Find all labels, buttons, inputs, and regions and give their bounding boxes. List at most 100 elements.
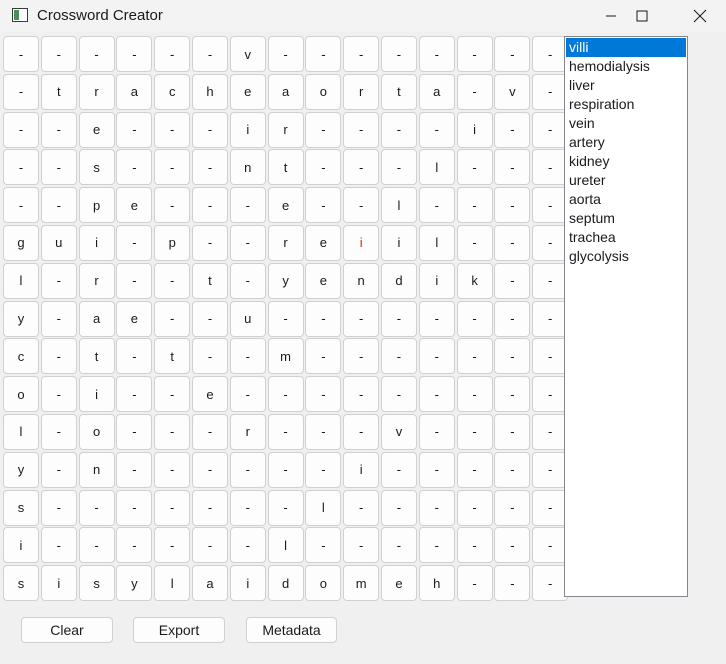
grid-cell[interactable]: - <box>380 111 417 148</box>
grid-cell[interactable]: - <box>456 187 493 224</box>
grid-cell[interactable]: - <box>494 187 531 224</box>
grid-cell[interactable]: - <box>267 36 304 72</box>
grid-cell[interactable]: - <box>418 187 455 224</box>
grid-cell[interactable]: - <box>116 413 153 450</box>
grid-cell[interactable]: - <box>191 111 228 148</box>
grid-cell[interactable]: a <box>418 73 455 110</box>
grid-cell[interactable]: - <box>418 338 455 375</box>
grid-cell[interactable]: - <box>380 338 417 375</box>
grid-cell[interactable]: - <box>380 451 417 488</box>
grid-cell[interactable]: - <box>532 338 569 375</box>
grid-cell[interactable]: s <box>78 149 115 186</box>
grid-cell[interactable]: d <box>380 262 417 299</box>
grid-cell[interactable]: - <box>456 338 493 375</box>
grid-cell[interactable]: - <box>116 527 153 564</box>
grid-cell[interactable]: - <box>154 413 191 450</box>
grid-cell[interactable]: - <box>343 376 380 413</box>
grid-cell[interactable]: - <box>494 149 531 186</box>
grid-cell[interactable]: - <box>78 527 115 564</box>
grid-cell[interactable]: a <box>116 73 153 110</box>
grid-cell[interactable]: - <box>3 73 39 110</box>
grid-cell[interactable]: - <box>191 338 228 375</box>
grid-cell[interactable]: r <box>78 73 115 110</box>
grid-cell[interactable]: p <box>78 187 115 224</box>
grid-cell[interactable]: - <box>40 262 77 299</box>
grid-cell[interactable]: a <box>267 73 304 110</box>
clear-button[interactable]: Clear <box>21 617 113 643</box>
grid-cell[interactable]: i <box>78 376 115 413</box>
grid-cell[interactable]: - <box>40 149 77 186</box>
grid-cell[interactable]: - <box>305 111 342 148</box>
word-list-item[interactable]: villi <box>566 38 686 57</box>
grid-cell[interactable]: r <box>229 413 266 450</box>
grid-cell[interactable]: - <box>116 224 153 261</box>
grid-cell[interactable]: h <box>418 565 455 602</box>
word-list-item[interactable]: artery <box>566 133 686 152</box>
grid-cell[interactable]: - <box>305 187 342 224</box>
word-list-item[interactable]: glycolysis <box>566 247 686 266</box>
grid-cell[interactable]: i <box>40 565 77 602</box>
grid-cell[interactable]: e <box>229 73 266 110</box>
grid-cell[interactable]: - <box>494 262 531 299</box>
grid-cell[interactable]: - <box>191 187 228 224</box>
grid-cell[interactable]: - <box>494 527 531 564</box>
grid-cell[interactable]: - <box>456 224 493 261</box>
grid-cell[interactable]: - <box>456 489 493 526</box>
grid-cell[interactable]: - <box>418 527 455 564</box>
grid-cell[interactable]: o <box>305 565 342 602</box>
word-list-item[interactable]: kidney <box>566 152 686 171</box>
grid-cell[interactable]: n <box>78 451 115 488</box>
grid-cell[interactable]: - <box>40 413 77 450</box>
grid-cell[interactable]: - <box>154 187 191 224</box>
grid-cell[interactable]: - <box>40 111 77 148</box>
grid-cell[interactable]: i <box>456 111 493 148</box>
grid-cell[interactable]: - <box>40 187 77 224</box>
grid-cell[interactable]: - <box>154 36 191 72</box>
grid-cell[interactable]: l <box>380 187 417 224</box>
grid-cell[interactable]: - <box>154 376 191 413</box>
grid-cell[interactable]: - <box>154 111 191 148</box>
grid-cell[interactable]: t <box>267 149 304 186</box>
grid-cell[interactable]: - <box>343 111 380 148</box>
grid-cell[interactable]: - <box>267 451 304 488</box>
grid-cell[interactable]: - <box>154 451 191 488</box>
grid-cell[interactable]: - <box>40 300 77 337</box>
grid-cell[interactable]: - <box>456 527 493 564</box>
grid-cell[interactable]: d <box>267 565 304 602</box>
grid-cell[interactable]: - <box>40 527 77 564</box>
grid-cell[interactable]: - <box>267 300 304 337</box>
grid-cell[interactable]: - <box>343 413 380 450</box>
grid-cell[interactable]: - <box>305 338 342 375</box>
grid-cell[interactable]: n <box>343 262 380 299</box>
grid-cell[interactable]: - <box>418 300 455 337</box>
grid-cell[interactable]: - <box>267 489 304 526</box>
grid-cell[interactable]: - <box>229 262 266 299</box>
grid-cell[interactable]: - <box>380 36 417 72</box>
grid-cell[interactable]: l <box>418 149 455 186</box>
word-list-item[interactable]: hemodialysis <box>566 57 686 76</box>
grid-cell[interactable]: - <box>418 36 455 72</box>
grid-cell[interactable]: s <box>3 489 39 526</box>
grid-cell[interactable]: - <box>116 338 153 375</box>
grid-cell[interactable]: l <box>3 262 39 299</box>
grid-cell[interactable]: - <box>154 300 191 337</box>
grid-cell[interactable]: - <box>191 149 228 186</box>
grid-cell[interactable]: - <box>494 36 531 72</box>
grid-cell[interactable]: - <box>40 489 77 526</box>
grid-cell[interactable]: l <box>3 413 39 450</box>
close-button[interactable] <box>677 0 723 32</box>
grid-cell[interactable]: y <box>267 262 304 299</box>
grid-cell[interactable]: l <box>267 527 304 564</box>
grid-cell[interactable]: - <box>116 36 153 72</box>
grid-cell[interactable]: - <box>229 187 266 224</box>
grid-cell[interactable]: o <box>305 73 342 110</box>
grid-cell[interactable]: - <box>191 413 228 450</box>
grid-cell[interactable]: - <box>532 565 569 602</box>
word-list-item[interactable]: ureter <box>566 171 686 190</box>
grid-cell[interactable]: - <box>456 376 493 413</box>
grid-cell[interactable]: - <box>191 527 228 564</box>
grid-cell[interactable]: - <box>532 451 569 488</box>
grid-cell[interactable]: y <box>3 451 39 488</box>
grid-cell[interactable]: - <box>40 376 77 413</box>
grid-cell[interactable]: - <box>305 527 342 564</box>
